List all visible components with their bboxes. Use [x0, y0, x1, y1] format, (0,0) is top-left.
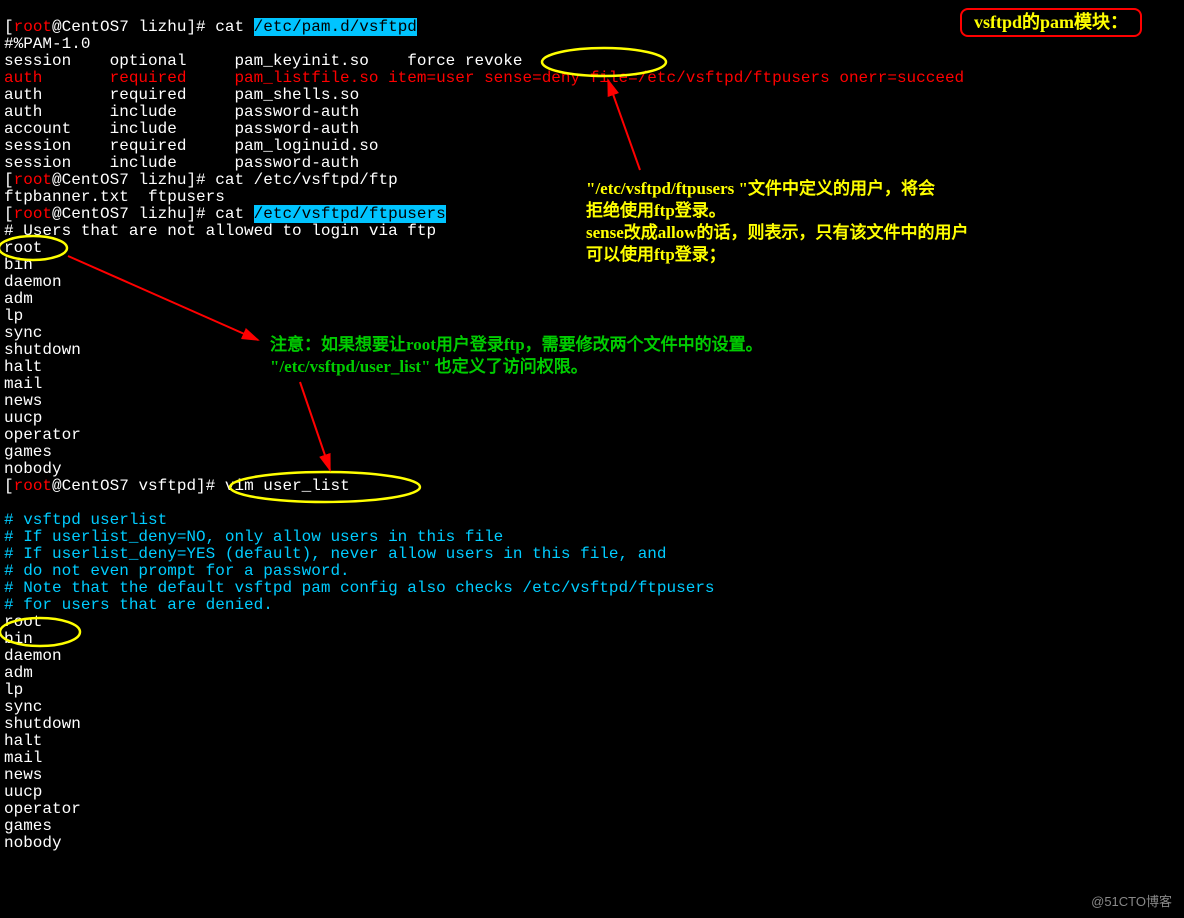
user-entry: news	[4, 392, 42, 410]
user-entry: operator	[4, 426, 81, 444]
pam-header: #%PAM-1.0	[4, 35, 90, 53]
pam-line: auth required pam_shells.so	[4, 86, 359, 104]
user-entry: root	[4, 613, 42, 631]
user-entry: operator	[4, 800, 81, 818]
annotation-title-box: vsftpd的pam模块：	[960, 8, 1142, 37]
pam-line: session include password-auth	[4, 154, 359, 172]
user-entry: games	[4, 817, 52, 835]
userlist-comment: # If userlist_deny=NO, only allow users …	[4, 528, 503, 546]
pam-line: account include password-auth	[4, 120, 359, 138]
annotation-note-2: 注意：如果想要让root用户登录ftp，需要修改两个文件中的设置。 "/etc/…	[270, 334, 970, 378]
path-ftpusers: /etc/vsftpd/ftpusers	[254, 205, 446, 223]
annotation-note-1: "/etc/vsftpd/ftpusers "文件中定义的用户，将会 拒绝使用f…	[586, 178, 1166, 266]
user-entry: nobody	[4, 460, 62, 478]
pam-line-auth-listfile: auth required pam_listfile.so item=user …	[4, 69, 964, 87]
user-entry: halt	[4, 358, 42, 376]
blank-line	[4, 494, 14, 512]
user-entry: halt	[4, 732, 42, 750]
user-entry: mail	[4, 375, 42, 393]
user-entry: bin	[4, 256, 33, 274]
pam-line: auth include password-auth	[4, 103, 359, 121]
userlist-comment: # If userlist_deny=YES (default), never …	[4, 545, 667, 563]
user-entry: daemon	[4, 273, 62, 291]
user-entry: uucp	[4, 409, 42, 427]
terminal[interactable]: [root@CentOS7 lizhu]# cat /etc/pam.d/vsf…	[0, 0, 1184, 854]
prompt-line: [root@CentOS7 lizhu]# cat /etc/vsftpd/ft…	[4, 205, 446, 223]
pam-line: session required pam_loginuid.so	[4, 137, 378, 155]
userlist-comment: # for users that are denied.	[4, 596, 273, 614]
user-entry: lp	[4, 681, 23, 699]
userlist-comment: # do not even prompt for a password.	[4, 562, 350, 580]
path-pamd: /etc/pam.d/vsftpd	[254, 18, 417, 36]
user-entry: adm	[4, 664, 33, 682]
user-entry: daemon	[4, 647, 62, 665]
user-entry: adm	[4, 290, 33, 308]
user-entry: shutdown	[4, 341, 81, 359]
userlist-comment: # vsftpd userlist	[4, 511, 167, 529]
prompt-line: [root@CentOS7 lizhu]# cat /etc/vsftpd/ft…	[4, 171, 398, 189]
user-entry: uucp	[4, 783, 42, 801]
ftpusers-comment: # Users that are not allowed to login vi…	[4, 222, 436, 240]
userlist-comment: # Note that the default vsftpd pam confi…	[4, 579, 715, 597]
user-entry: sync	[4, 698, 42, 716]
user-entry: games	[4, 443, 52, 461]
ls-output: ftpbanner.txt ftpusers	[4, 188, 225, 206]
user-entry: lp	[4, 307, 23, 325]
pam-line: session optional pam_keyinit.so force re…	[4, 52, 522, 70]
path-userlist: user_list	[263, 477, 349, 495]
user-entry: nobody	[4, 834, 62, 852]
user-entry: news	[4, 766, 42, 784]
user-entry: root	[4, 239, 42, 257]
prompt-line: [root@CentOS7 lizhu]# cat /etc/pam.d/vsf…	[4, 18, 417, 36]
prompt-line: [root@CentOS7 vsftpd]# vim user_list	[4, 477, 350, 495]
user-entry: sync	[4, 324, 42, 342]
user-entry: mail	[4, 749, 42, 767]
watermark: @51CTO博客	[1091, 893, 1172, 910]
user-entry: shutdown	[4, 715, 81, 733]
user-entry: bin	[4, 630, 33, 648]
